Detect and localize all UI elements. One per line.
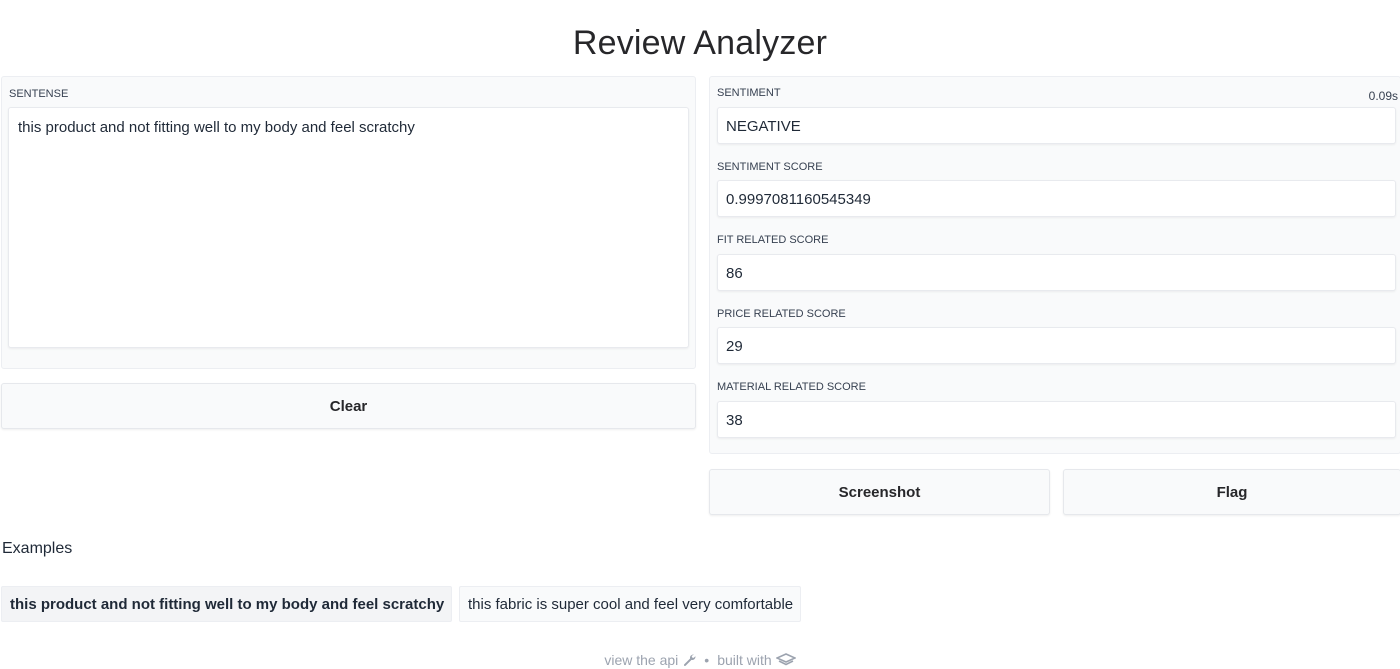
output-panel: 0.09s SENTIMENT NEGATIVE SENTIMENT SCORE…: [709, 76, 1400, 454]
sentence-text: this product and not fitting well to my …: [18, 119, 415, 136]
sentiment-label: SENTIMENT: [717, 87, 781, 99]
timing-badge: 0.09s: [1368, 89, 1398, 103]
example-text: this product and not fitting well to my …: [10, 595, 445, 613]
input-panel: SENTENSE this product and not fitting we…: [1, 76, 696, 369]
footer-separator: •: [704, 652, 710, 668]
price-score-output: 29: [717, 327, 1396, 364]
material-score-label: MATERIAL RELATED SCORE: [717, 381, 866, 393]
examples-heading: Examples: [2, 540, 73, 557]
fit-score-output: 86: [717, 254, 1396, 291]
material-score-output: 38: [717, 401, 1396, 438]
fit-score-label: FIT RELATED SCORE: [717, 234, 829, 246]
view-api-link[interactable]: view the api: [604, 652, 696, 668]
sentiment-score-value: 0.9997081160545349: [726, 191, 871, 208]
sentence-textarea[interactable]: this product and not fitting well to my …: [8, 107, 689, 348]
material-score-value: 38: [726, 412, 743, 429]
example-item[interactable]: this product and not fitting well to my …: [1, 586, 452, 622]
page-title: Review Analyzer: [572, 24, 828, 62]
view-api-text: view the api: [604, 652, 679, 668]
screenshot-button[interactable]: Screenshot: [709, 469, 1050, 515]
sentiment-score-output: 0.9997081160545349: [717, 180, 1396, 217]
flag-button[interactable]: Flag: [1063, 469, 1400, 515]
built-with-link[interactable]: built with: [717, 652, 796, 668]
footer: view the api • built with: [0, 652, 1400, 668]
price-score-label: PRICE RELATED SCORE: [717, 308, 846, 320]
sentiment-output: NEGATIVE: [717, 107, 1396, 144]
input-label: SENTENSE: [9, 88, 69, 100]
example-text: this fabric is super cool and feel very …: [468, 595, 794, 613]
built-with-text: built with: [717, 652, 772, 668]
clear-button[interactable]: Clear: [1, 383, 696, 429]
fit-score-value: 86: [726, 265, 743, 282]
wrench-icon: [682, 653, 696, 667]
price-score-value: 29: [726, 338, 743, 355]
example-item[interactable]: this fabric is super cool and feel very …: [459, 586, 801, 622]
sentiment-value: NEGATIVE: [726, 118, 801, 135]
review-analyzer-app: Review Analyzer SENTENSE this product an…: [0, 0, 1400, 669]
sentiment-score-label: SENTIMENT SCORE: [717, 161, 823, 173]
gradio-logo-icon: [775, 653, 796, 667]
